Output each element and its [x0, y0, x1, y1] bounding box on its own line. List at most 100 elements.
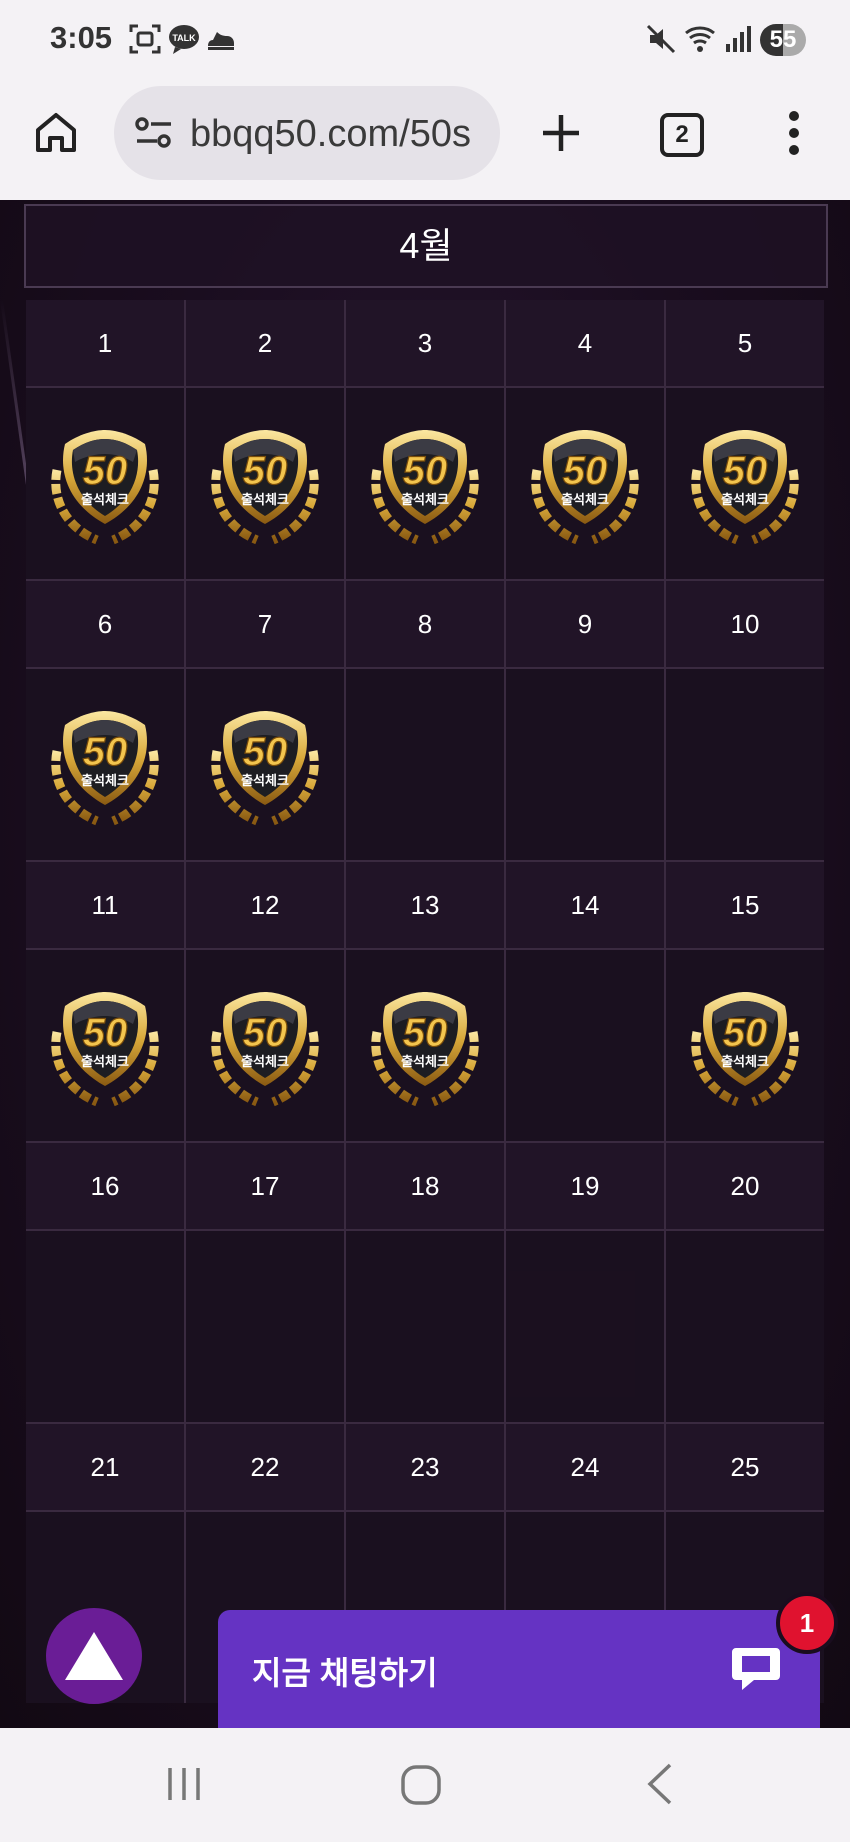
triangle-up-icon [65, 1632, 123, 1680]
svg-text:50: 50 [83, 449, 128, 493]
day-cell-empty [186, 1231, 344, 1422]
attendance-badge-icon: 50 출석체크 [211, 429, 319, 544]
day-number: 24 [506, 1424, 664, 1510]
svg-text:출석체크: 출석체크 [401, 492, 449, 508]
day-cell-empty [666, 669, 824, 860]
home-icon[interactable] [34, 110, 78, 154]
day-number: 13 [346, 862, 504, 948]
more-menu-icon[interactable] [782, 110, 806, 156]
svg-text:50: 50 [83, 730, 128, 774]
day-number: 16 [26, 1143, 184, 1229]
back-icon[interactable] [644, 1762, 674, 1806]
status-bar: 3:05 TALK 55 [0, 0, 850, 80]
day-cell-checked: 50 출석체크 [506, 388, 664, 579]
day-number: 5 [666, 300, 824, 386]
day-number: 9 [506, 581, 664, 667]
svg-text:출석체크: 출석체크 [721, 1054, 769, 1070]
svg-text:50: 50 [243, 730, 288, 774]
month-title: 4월 [24, 204, 828, 288]
day-number: 15 [666, 862, 824, 948]
attendance-badge-icon: 50 출석체크 [371, 991, 479, 1106]
battery-indicator: 55 [760, 24, 806, 56]
day-cell-empty [346, 669, 504, 860]
day-cell-checked: 50 출석체크 [26, 388, 184, 579]
chat-widget-button[interactable]: 지금 채팅하기 [218, 1610, 820, 1728]
day-cell-checked: 50 출석체크 [186, 950, 344, 1141]
svg-text:50: 50 [243, 449, 288, 493]
day-cell-checked: 50 출석체크 [346, 388, 504, 579]
day-number: 6 [26, 581, 184, 667]
day-number: 8 [346, 581, 504, 667]
attendance-badge-icon: 50 출석체크 [371, 429, 479, 544]
shoe-icon [208, 32, 234, 50]
svg-text:출석체크: 출석체크 [241, 492, 289, 508]
signal-icon [726, 26, 751, 52]
mute-icon [646, 24, 676, 54]
day-cell-checked: 50 출석체크 [666, 388, 824, 579]
home-button-icon[interactable] [400, 1764, 442, 1806]
attendance-badge-icon: 50 출석체크 [51, 991, 159, 1106]
wifi-icon [685, 26, 715, 52]
day-cell-checked: 50 출석체크 [26, 669, 184, 860]
day-number: 22 [186, 1424, 344, 1510]
svg-text:50: 50 [243, 1011, 288, 1055]
screenshot-icon [129, 24, 161, 54]
new-tab-icon[interactable] [540, 112, 582, 154]
svg-text:50: 50 [563, 449, 608, 493]
day-number: 25 [666, 1424, 824, 1510]
svg-text:50: 50 [403, 449, 448, 493]
day-number: 20 [666, 1143, 824, 1229]
attendance-badge-icon: 50 출석체크 [51, 429, 159, 544]
day-number: 7 [186, 581, 344, 667]
svg-text:출석체크: 출석체크 [81, 492, 129, 508]
svg-text:50: 50 [723, 449, 768, 493]
day-cell-empty [506, 1231, 664, 1422]
url-text[interactable]: bbqq50.com/50s [190, 113, 471, 156]
svg-text:출석체크: 출석체크 [81, 1054, 129, 1070]
browser-toolbar: bbqq50.com/50s 2 [0, 80, 850, 200]
day-cell-empty [506, 669, 664, 860]
day-number: 19 [506, 1143, 664, 1229]
tab-switcher-button[interactable]: 2 [660, 113, 704, 157]
day-cell-empty [346, 1231, 504, 1422]
svg-text:출석체크: 출석체크 [81, 773, 129, 789]
svg-text:50: 50 [403, 1011, 448, 1055]
day-cell-empty [506, 950, 664, 1141]
svg-text:출석체크: 출석체크 [401, 1054, 449, 1070]
recent-apps-icon[interactable] [164, 1764, 204, 1804]
attendance-badge-icon: 50 출석체크 [51, 710, 159, 825]
site-settings-icon[interactable] [134, 114, 174, 152]
attendance-badge-icon: 50 출석체크 [531, 429, 639, 544]
unread-count-badge: 1 [776, 1592, 838, 1654]
day-number: 17 [186, 1143, 344, 1229]
attendance-badge-icon: 50 출석체크 [211, 710, 319, 825]
day-number: 12 [186, 862, 344, 948]
svg-text:출석체크: 출석체크 [241, 773, 289, 789]
day-number: 10 [666, 581, 824, 667]
attendance-badge-icon: 50 출석체크 [691, 991, 799, 1106]
svg-text:출석체크: 출석체크 [721, 492, 769, 508]
kakaotalk-icon: TALK [169, 25, 199, 54]
day-number: 11 [26, 862, 184, 948]
attendance-calendar: 12 345 50 출석체크 50 출석체크 50 출석체크 50 출석체크 50… [26, 300, 824, 1703]
attendance-badge-icon: 50 출석체크 [691, 429, 799, 544]
chat-bubble-icon [732, 1648, 780, 1690]
day-cell-empty [666, 1231, 824, 1422]
day-number: 4 [506, 300, 664, 386]
day-cell-checked: 50 출석체크 [666, 950, 824, 1141]
day-number: 14 [506, 862, 664, 948]
day-number: 21 [26, 1424, 184, 1510]
scroll-to-top-button[interactable] [46, 1608, 142, 1704]
chat-label: 지금 채팅하기 [252, 1655, 438, 1691]
day-number: 3 [346, 300, 504, 386]
day-cell-checked: 50 출석체크 [186, 388, 344, 579]
day-cell-empty [26, 1231, 184, 1422]
day-number: 23 [346, 1424, 504, 1510]
attendance-badge-icon: 50 출석체크 [211, 991, 319, 1106]
status-time: 3:05 [50, 20, 113, 55]
svg-text:TALK: TALK [172, 33, 196, 43]
day-number: 2 [186, 300, 344, 386]
day-cell-checked: 50 출석체크 [186, 669, 344, 860]
address-bar[interactable]: bbqq50.com/50s [114, 86, 500, 180]
system-navigation-bar [0, 1728, 850, 1842]
